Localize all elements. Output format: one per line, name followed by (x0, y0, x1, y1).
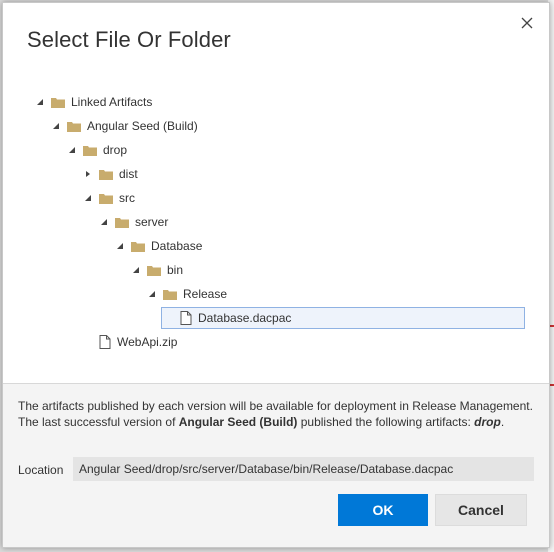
folder-icon (83, 145, 97, 156)
tree-folder-item[interactable]: drop (67, 139, 127, 161)
tree-folder-item[interactable]: dist (83, 163, 138, 185)
collapse-arrow-icon[interactable] (131, 265, 141, 275)
folder-icon (67, 121, 81, 132)
folder-icon (99, 169, 113, 180)
tree-item-label: Database (151, 239, 203, 253)
collapse-arrow-icon[interactable] (147, 289, 157, 299)
tree-item-label: Angular Seed (Build) (87, 119, 198, 133)
collapse-arrow-icon[interactable] (51, 121, 61, 131)
info-line-2-prefix: The last successful version of (18, 415, 179, 429)
cancel-button[interactable]: Cancel (435, 494, 527, 526)
background-marker (550, 384, 554, 386)
folder-icon (131, 241, 145, 252)
tree-folder-item[interactable]: src (83, 187, 135, 209)
collapse-arrow-icon[interactable] (115, 241, 125, 251)
file-icon (180, 311, 192, 325)
dialog-footer: The artifacts published by each version … (3, 384, 549, 547)
artifact-info-text: The artifacts published by each version … (18, 398, 538, 430)
tree-folder-item[interactable]: Angular Seed (Build) (51, 115, 198, 137)
tree-item-label: drop (103, 143, 128, 157)
tree-folder-item[interactable]: server (99, 211, 168, 233)
tree-item-label: Release (183, 287, 228, 301)
info-line-1: The artifacts published by each version … (18, 399, 533, 413)
collapse-arrow-icon[interactable] (99, 217, 109, 227)
ok-button[interactable]: OK (338, 494, 428, 526)
info-line-2-middle: published the following artifacts: (297, 415, 475, 429)
tree-item-label: WebApi.zip (117, 335, 178, 349)
folder-icon (99, 193, 113, 204)
collapse-arrow-icon[interactable] (83, 193, 93, 203)
folder-icon (51, 97, 65, 108)
collapse-arrow-icon[interactable] (35, 97, 45, 107)
artifact-name: drop (474, 415, 501, 429)
tree-item-label: Linked Artifacts (71, 95, 153, 109)
background-marker (550, 325, 554, 327)
info-line-2-suffix: . (500, 415, 505, 429)
folder-icon (163, 289, 177, 300)
expand-arrow-icon[interactable] (83, 169, 93, 179)
file-icon (99, 335, 111, 349)
tree-file-item[interactable]: WebApi.zip (83, 331, 177, 353)
folder-icon (147, 265, 161, 276)
tree-item-label: Database.dacpac (198, 311, 292, 325)
build-name: Angular Seed (Build) (178, 415, 298, 429)
tree-folder-item[interactable]: Release (147, 283, 227, 305)
location-field: Angular Seed/drop/src/server/Database/bi… (73, 457, 534, 481)
tree-item-label: bin (167, 263, 184, 277)
tree-folder-item[interactable]: Database (115, 235, 202, 257)
tree-item-label: server (135, 215, 169, 229)
info-line-2: The last successful version of Angular S… (18, 414, 538, 430)
folder-icon (115, 217, 129, 228)
close-icon (521, 17, 533, 29)
location-label: Location (18, 463, 64, 477)
tree-item-label: src (119, 191, 135, 205)
tree-item-label: dist (119, 167, 138, 181)
dialog-title: Select File Or Folder (27, 27, 231, 52)
select-file-dialog: Select File Or Folder Linked Artifacts An… (2, 2, 550, 548)
tree-folder-item[interactable]: bin (131, 259, 183, 281)
tree-folder-item[interactable]: Linked Artifacts (35, 91, 152, 113)
close-button[interactable] (515, 11, 539, 35)
collapse-arrow-icon[interactable] (67, 145, 77, 155)
tree-file-item[interactable]: Database.dacpac (161, 307, 525, 329)
